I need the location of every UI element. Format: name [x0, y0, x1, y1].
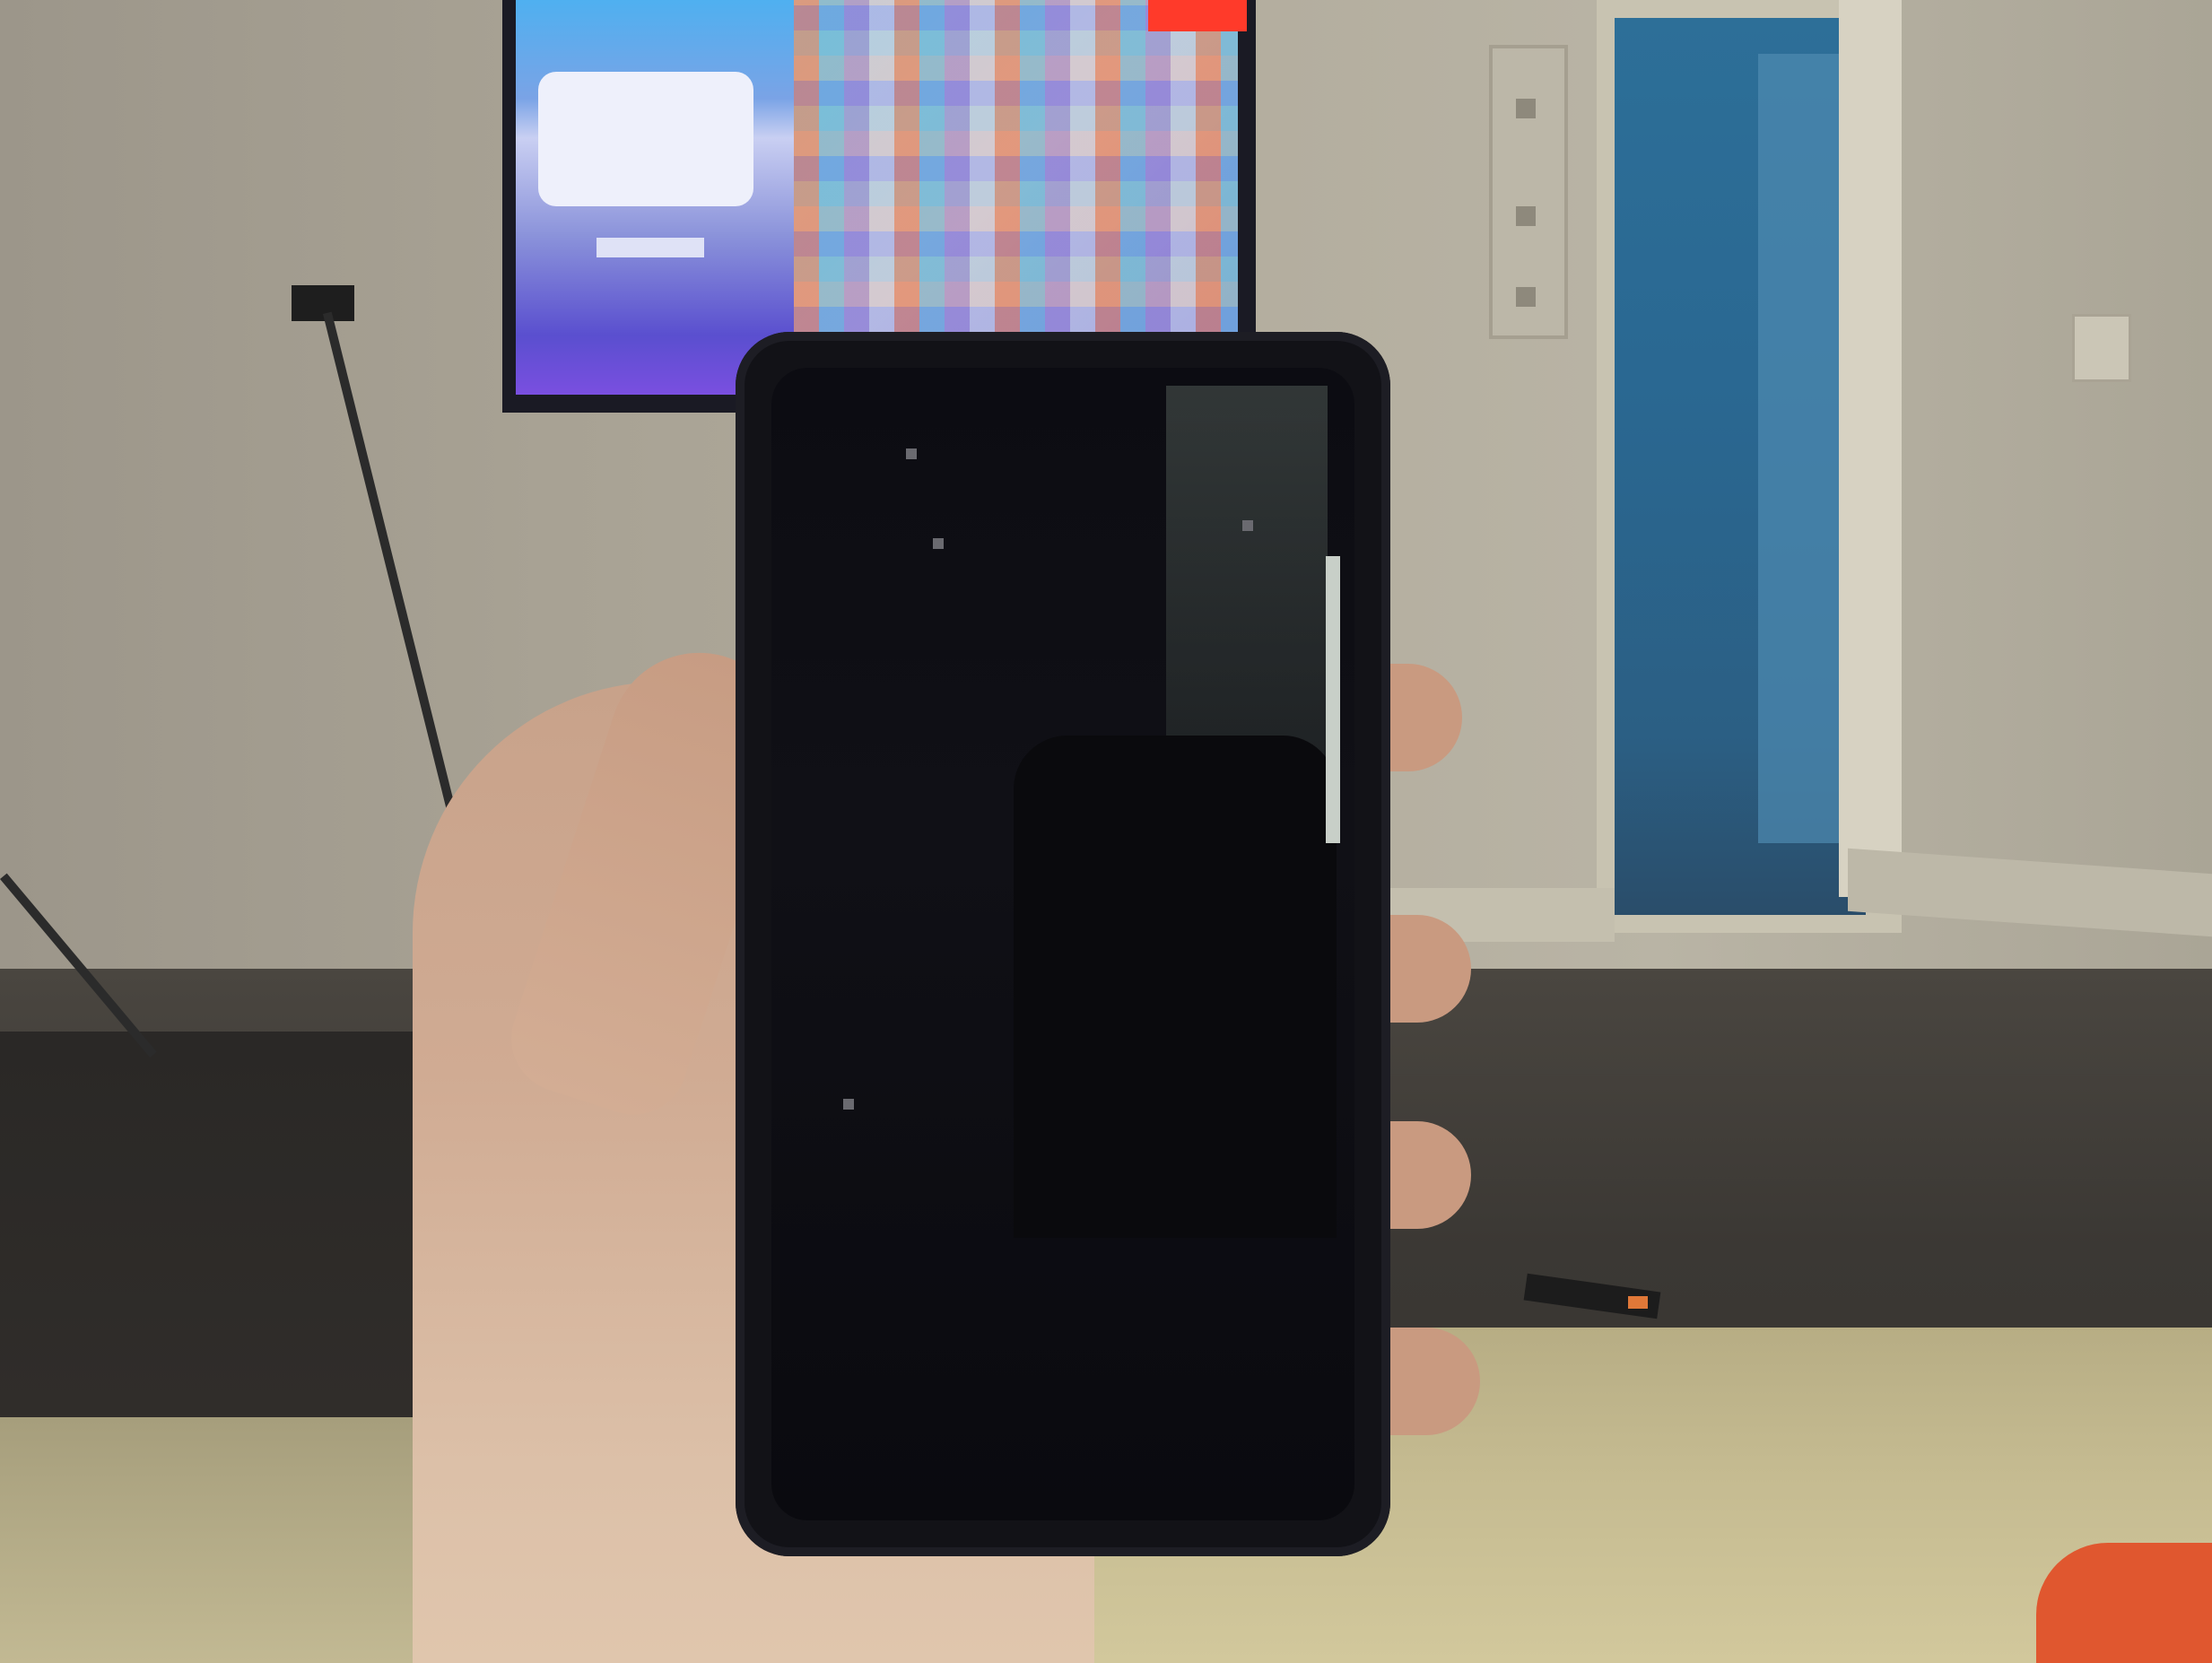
wall-plate-dot: [1516, 206, 1536, 226]
wall-plate-dot: [1516, 287, 1536, 307]
screen-reflection: [1014, 736, 1337, 1238]
photo-scene: [0, 0, 2212, 1663]
dust-speck: [933, 538, 944, 549]
remote-button: [1628, 1296, 1648, 1309]
screen-reflection: [1166, 386, 1328, 762]
doorway-light: [1758, 54, 1839, 843]
tv-screen-accent: [1148, 0, 1247, 31]
wall-plate-dot: [1516, 99, 1536, 118]
dust-speck: [906, 448, 917, 459]
tv-screen-label-bar: [597, 238, 704, 257]
door-edge: [1839, 0, 1902, 897]
phone-edge-highlight: [1326, 556, 1340, 843]
tv-screen-graphic: [538, 72, 753, 206]
tv-screen-thumbnails: [794, 0, 1238, 332]
light-switch: [2072, 314, 2131, 382]
dust-speck: [843, 1099, 854, 1110]
dust-speck: [1242, 520, 1253, 531]
red-pillow: [2036, 1543, 2212, 1663]
